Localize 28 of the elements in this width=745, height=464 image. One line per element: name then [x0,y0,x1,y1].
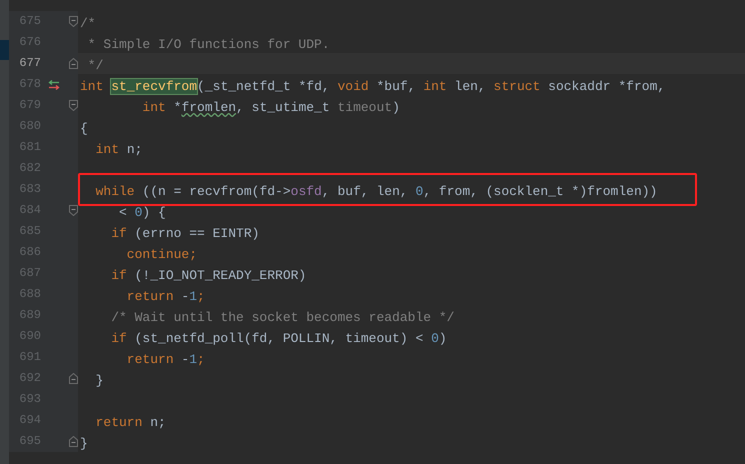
code-line: */ [86,58,104,73]
code-line: * Simple I/O functions for UDP. [86,37,330,52]
fold-icon[interactable] [69,16,78,27]
code-line: } [80,436,88,451]
fold-icon[interactable] [69,373,78,384]
code-line: continue; [126,247,198,262]
code-line: } [94,373,104,388]
selection-marker [0,40,9,60]
fold-icon[interactable] [69,205,78,216]
code-line: if (st_netfd_poll(fd, POLLIN, timeout) < 0) [110,331,447,346]
arrows-icon[interactable] [48,80,60,90]
code-line: /* [80,16,96,31]
code-line: int n; [94,142,142,157]
code-line: < 0) { [118,205,166,220]
code-line: int st_recvfrom(_st_netfd_t *fd, void *buf, int len, struct sockaddr *from, [80,79,666,94]
code-line: if (!_IO_NOT_READY_ERROR) [110,268,306,283]
code-line: int *fromlen, st_utime_t timeout) [141,100,400,115]
fold-icon[interactable] [69,58,78,69]
code-line: return -1; [126,289,205,304]
fold-icon[interactable] [69,100,78,111]
code-line: return n; [94,415,166,430]
line-number: 677 [18,56,41,71]
code-line: while ((n = recvfrom(fd->osfd, buf, len, 0, from, (socklen_t *)fromlen)) [94,184,658,199]
code-line: return -1; [126,352,205,367]
fold-icon[interactable] [69,436,78,447]
code-line: /* Wait until the socket becomes readable */ [110,310,454,325]
code-line: { [80,121,88,136]
code-line: if (errno == EINTR) [110,226,260,241]
